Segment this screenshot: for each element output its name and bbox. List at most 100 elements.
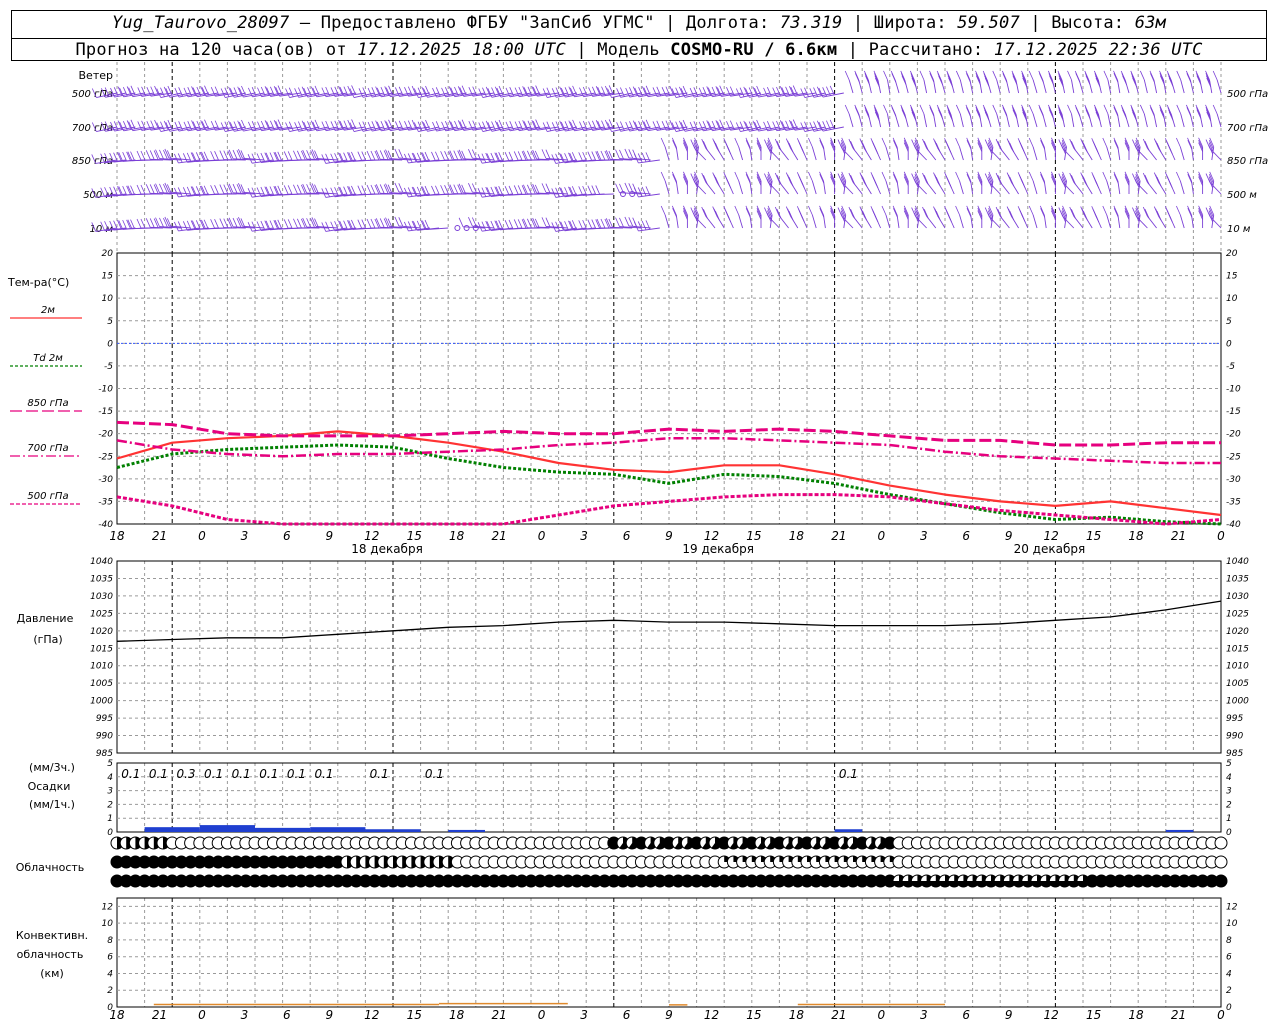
wind-barb-flag xyxy=(1009,176,1015,187)
wind-barb-flag xyxy=(1001,70,1007,81)
wind-barb-flag xyxy=(881,171,887,182)
x-tick-label-bottom: 21 xyxy=(1171,1008,1186,1022)
wind-barb-flag xyxy=(966,205,972,216)
wind-barb xyxy=(923,113,928,128)
precip-3h-label: 0.1 xyxy=(839,767,858,781)
x-tick-label-bottom: 21 xyxy=(492,1008,507,1022)
wind-barb-flag xyxy=(734,205,740,216)
wind-barb-flag xyxy=(922,138,927,149)
wind-barb-flag xyxy=(293,150,298,160)
wind-barb-flag xyxy=(210,219,215,229)
wind-barb-flag xyxy=(995,138,1001,149)
wind-barb-flag xyxy=(864,73,870,83)
cloud-title: Облачность xyxy=(16,861,85,874)
wind-barb-flag xyxy=(504,219,510,230)
x-tick-label: 18 xyxy=(789,529,805,543)
wind-barb-flag xyxy=(163,183,168,194)
x-tick-label-bottom: 9 xyxy=(325,1008,333,1022)
wind-barb-flag xyxy=(517,151,523,161)
wind-barb xyxy=(959,180,964,195)
wind-barb-flag xyxy=(238,217,243,227)
wind-barb-flag xyxy=(407,187,413,197)
wind-barb-flag xyxy=(641,186,647,197)
wind-barb-flag xyxy=(901,109,907,119)
x-tick-label: 15 xyxy=(1086,529,1101,543)
wind-barb-flag xyxy=(587,219,593,229)
wind-barb xyxy=(1216,79,1222,94)
wind-barb-flag xyxy=(619,149,624,160)
wind-barb-flag xyxy=(1149,70,1155,81)
precip-3h-label: 0.1 xyxy=(259,767,278,781)
wind-barb-flag xyxy=(160,87,165,97)
wind-barb-flag xyxy=(922,206,927,217)
wind-barb-flag xyxy=(819,171,824,182)
wind-barb-flag xyxy=(149,218,155,228)
wind-barb-flag xyxy=(232,217,238,228)
wind-barb-flag xyxy=(739,121,745,131)
wind-barb-flag xyxy=(311,183,317,193)
press-tick-left: 1030 xyxy=(90,592,113,602)
temp-tick-right: -30 xyxy=(1226,475,1241,485)
legend-label: 2м xyxy=(41,305,55,316)
wind-barb-flag xyxy=(136,184,142,195)
wind-barb-flag xyxy=(615,183,620,193)
wind-barb-flag xyxy=(517,185,523,195)
model-label: Модель xyxy=(597,40,660,60)
wind-barb-flag xyxy=(293,184,298,194)
wind-barb-flag xyxy=(256,153,262,163)
wind-barb-flag xyxy=(1186,73,1192,83)
x-tick-label-bottom: 18 xyxy=(789,1008,805,1022)
wind-barb xyxy=(664,146,670,161)
x-tick-label-bottom: 9 xyxy=(1005,1008,1013,1022)
wind-barb-flag xyxy=(808,205,813,216)
lon-label: Долгота: xyxy=(685,13,770,33)
wind-barb-flag xyxy=(545,149,551,159)
day-label: 19 декабря xyxy=(682,542,754,556)
wind-barb-flag xyxy=(482,87,487,97)
wind-barb-flag xyxy=(182,187,188,197)
x-tick-label-bottom: 0 xyxy=(877,1008,885,1022)
wind-barb-flag xyxy=(236,150,242,160)
x-tick-label: 15 xyxy=(407,529,422,543)
wind-barb xyxy=(885,180,891,195)
wind-barb-flag xyxy=(311,149,317,159)
wind-title: Ветер xyxy=(79,69,113,82)
wind-barb-flag xyxy=(675,87,681,97)
x-tick-label-bottom: 21 xyxy=(152,1008,167,1022)
wind-barb-flag xyxy=(726,178,732,189)
wind-barb-flag xyxy=(966,73,971,83)
wind-barb-flag xyxy=(966,208,972,218)
wind-barb-flag xyxy=(788,176,794,187)
wind-barb-flag xyxy=(893,208,898,218)
x-tick-label: 0 xyxy=(198,529,206,543)
wind-barb-flag xyxy=(1085,75,1091,85)
wind-barb-flag xyxy=(407,153,413,163)
wind-barb-flag xyxy=(1071,209,1076,219)
wind-barb-flag xyxy=(923,209,929,219)
wind-barb-flag xyxy=(965,70,971,81)
press-tick-right: 1030 xyxy=(1226,592,1249,602)
press-tick-right: 1020 xyxy=(1226,627,1249,637)
temp-tick-left: 20 xyxy=(102,249,114,259)
header-row-forecast: Прогноз на 120 часа(ов) от 17.12.2025 18… xyxy=(12,38,1266,60)
conv-tick-right: 12 xyxy=(1226,902,1238,912)
precip-panel: 5 5 4 4 3 3 2 2 1 1 0 0 (мм/3ч.) Осадки (мм/1ч.) 0.1 0.1… xyxy=(28,759,1232,838)
precip-bar xyxy=(1165,829,1194,832)
wind-barb-flag xyxy=(330,187,336,197)
conv-tick-left: 10 xyxy=(102,919,114,929)
x-tick-label-bottom: 12 xyxy=(1044,1008,1059,1022)
wind-barb-flag xyxy=(468,217,473,227)
temp-tick-left: 0 xyxy=(107,339,113,349)
wind-barb-flag xyxy=(260,220,266,231)
wind-barb-flag xyxy=(508,219,514,230)
temp-tick-right: -25 xyxy=(1226,452,1241,462)
wind-barb-flag xyxy=(160,121,165,131)
conv-tick-right: 8 xyxy=(1226,936,1232,946)
wind-barb-flag xyxy=(431,185,436,196)
wind-barb-flag xyxy=(468,183,473,193)
wind-barb-flag xyxy=(745,208,751,218)
press-tick-right: 1000 xyxy=(1226,697,1249,707)
wind-barb-flag xyxy=(844,70,850,81)
wind-barb-flag xyxy=(219,184,225,194)
x-tick-label-bottom: 15 xyxy=(746,1008,761,1022)
